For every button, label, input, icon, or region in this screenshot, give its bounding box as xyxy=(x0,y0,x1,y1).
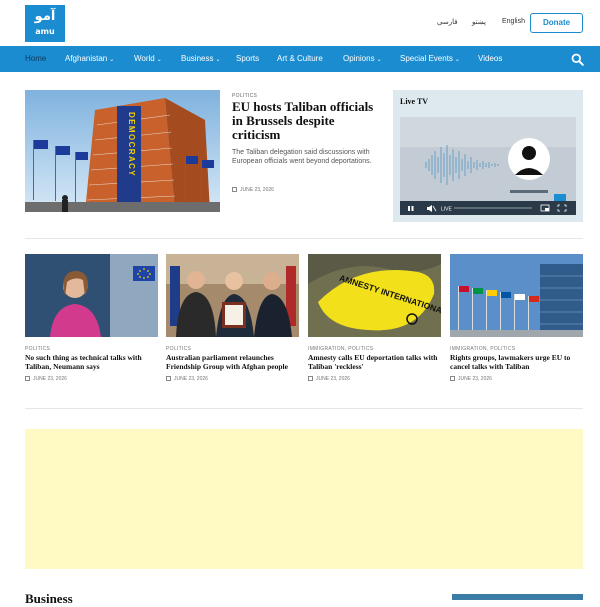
democracy-banner-text: DEMOCRACY xyxy=(127,112,136,177)
article-date-1: JUNE 23, 2026 xyxy=(25,376,67,382)
article-image-4[interactable] xyxy=(450,254,583,337)
calendar-icon xyxy=(232,187,237,192)
site-logo[interactable]: آمو amu xyxy=(25,5,65,42)
language-english-link[interactable]: English xyxy=(502,18,525,25)
nav-item-opinions[interactable]: Opinions ⌄ xyxy=(343,46,382,72)
date-text: JUNE 23, 2026 xyxy=(458,376,492,382)
nav-item-videos[interactable]: Videos xyxy=(478,46,502,72)
nav-label: Opinions xyxy=(343,54,375,63)
nav-label: Art & Culture xyxy=(277,54,323,63)
language-pashto-link[interactable]: پښتو xyxy=(472,18,486,26)
article-category-4[interactable]: IMMIGRATION, POLITICS xyxy=(450,346,515,352)
calendar-icon xyxy=(308,376,313,381)
chevron-down-icon: ⌄ xyxy=(215,57,221,63)
section-divider xyxy=(25,408,583,409)
sidebar-thumbnail[interactable] xyxy=(452,594,583,600)
calendar-icon xyxy=(166,376,171,381)
nav-label: Home xyxy=(25,54,47,63)
nav-label: Afghanistan xyxy=(65,54,108,63)
main-navigation: Home Afghanistan ⌄ World ⌄ Business ⌄ Sport… xyxy=(0,46,600,72)
top-bar: آمو amu فارسی پښتو English Donate xyxy=(0,0,600,46)
donate-button[interactable]: Donate xyxy=(530,13,583,33)
nav-label: Videos xyxy=(478,54,503,63)
article-category-3[interactable]: IMMIGRATION, POLITICS xyxy=(308,346,373,352)
article-image-1[interactable] xyxy=(25,254,158,337)
business-section-heading[interactable]: Business xyxy=(25,591,73,607)
article-title-1[interactable]: No such thing as technical talks with Ta… xyxy=(25,353,159,371)
nav-item-home[interactable]: Home xyxy=(25,46,46,72)
chevron-down-icon: ⌄ xyxy=(109,57,115,63)
date-text: JUNE 23, 2026 xyxy=(33,376,67,382)
article-title-3[interactable]: Amnesty calls EU deportation talks with … xyxy=(308,353,442,371)
calendar-icon xyxy=(450,376,455,381)
chevron-down-icon: ⌄ xyxy=(156,57,162,63)
hero-date: JUNE 23, 2026 xyxy=(232,187,274,193)
hero-headline[interactable]: EU hosts Taliban officials in Brussels d… xyxy=(232,100,382,142)
search-icon[interactable] xyxy=(571,53,584,66)
live-tv-heading: Live TV xyxy=(400,97,429,106)
article-date-3: JUNE 23, 2026 xyxy=(308,376,350,382)
nav-item-sports[interactable]: Sports xyxy=(236,46,259,72)
article-category-1[interactable]: POLITICS xyxy=(25,346,50,352)
logo-latin-text: amu xyxy=(35,27,55,36)
live-indicator: LIVE xyxy=(441,207,453,213)
article-title-4[interactable]: Rights groups, lawmakers urge EU to canc… xyxy=(450,353,584,371)
hero-article-image[interactable]: DEMOCRACY xyxy=(25,90,220,212)
article-date-2: JUNE 23, 2026 xyxy=(166,376,208,382)
nav-item-special-events[interactable]: Special Events ⌄ xyxy=(400,46,460,72)
nav-label: Sports xyxy=(236,54,260,63)
nav-item-art-culture[interactable]: Art & Culture xyxy=(277,46,323,72)
calendar-icon xyxy=(25,376,30,381)
nav-item-business[interactable]: Business ⌄ xyxy=(181,46,221,72)
nav-label: Business xyxy=(181,54,214,63)
ad-placeholder xyxy=(25,429,583,569)
logo-arabic-text: آمو xyxy=(34,9,56,24)
language-farsi-link[interactable]: فارسی xyxy=(437,18,458,26)
nav-label: Special Events xyxy=(400,54,453,63)
channel-logo xyxy=(554,194,566,202)
article-image-2[interactable] xyxy=(166,254,299,337)
nav-label: World xyxy=(134,54,155,63)
date-text: JUNE 23, 2026 xyxy=(316,376,350,382)
pause-icon[interactable] xyxy=(408,206,410,211)
hero-summary: The Taliban delegation said discussions … xyxy=(232,149,372,165)
article-image-3[interactable]: AMNESTY INTERNATIONAL xyxy=(308,254,441,337)
chevron-down-icon: ⌄ xyxy=(454,57,460,63)
live-tv-video-player[interactable]: LIVE xyxy=(400,117,576,215)
article-title-2[interactable]: Australian parliament relaunches Friends… xyxy=(166,353,300,371)
article-date-4: JUNE 23, 2026 xyxy=(450,376,492,382)
section-divider xyxy=(25,238,583,239)
nav-item-world[interactable]: World ⌄ xyxy=(134,46,162,72)
nav-item-afghanistan[interactable]: Afghanistan ⌄ xyxy=(65,46,114,72)
article-category-2[interactable]: POLITICS xyxy=(166,346,191,352)
chevron-down-icon: ⌄ xyxy=(376,57,382,63)
date-text: JUNE 23, 2026 xyxy=(240,187,274,193)
date-text: JUNE 23, 2026 xyxy=(174,376,208,382)
